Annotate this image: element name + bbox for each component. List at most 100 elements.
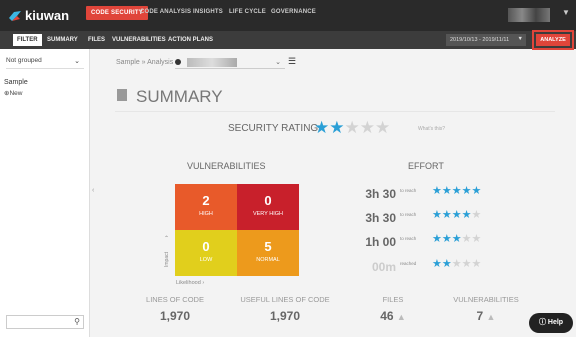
metric-value: 1,970 xyxy=(130,309,220,323)
star-empty-icon: ★ xyxy=(461,258,472,270)
user-menu-chevron-icon[interactable]: ▼ xyxy=(562,8,570,17)
up-arrow-icon: ⌃ xyxy=(164,236,170,242)
nav-governance[interactable]: GOVERNANCE xyxy=(271,9,316,15)
cell-count: 2 xyxy=(202,193,210,208)
cell-label: NORMAL xyxy=(256,257,280,263)
menu-icon[interactable]: ☰ xyxy=(288,56,296,67)
analyze-label: ANALYZE xyxy=(536,34,570,46)
help-label: Help xyxy=(547,319,564,326)
star-filled-icon: ★ xyxy=(314,118,330,137)
star-empty-icon: ★ xyxy=(451,258,462,270)
nav-code-security[interactable]: CODE SECURITY xyxy=(86,6,148,20)
bird-icon xyxy=(9,10,21,21)
metric-files: FILES 46 ▲ xyxy=(358,295,428,323)
star-filled-icon: ★ xyxy=(461,185,472,197)
metric-value: 46 ▲ xyxy=(358,309,428,323)
top-navigation-bar: kiuwan CODE SECURITY CODE ANALYSIS INSIG… xyxy=(0,0,576,31)
page-title: SUMMARY xyxy=(136,87,223,106)
star-filled-icon: ★ xyxy=(451,185,462,197)
effort-time: 3h 30 xyxy=(365,187,396,201)
star-filled-icon: ★ xyxy=(432,258,442,270)
search-icon[interactable]: ⚲ xyxy=(74,317,80,326)
sub-navigation-bar: FILTER SUMMARY FILES VULNERABILITIES ACT… xyxy=(0,31,576,49)
cell-low[interactable]: 0 LOW xyxy=(175,230,237,276)
help-button[interactable]: ⓘ Help xyxy=(529,313,573,333)
chevron-down-icon: ⌄ xyxy=(74,58,80,65)
metric-number: 1,970 xyxy=(269,309,301,323)
nav-insights[interactable]: INSIGHTS xyxy=(193,9,223,15)
effort-time: 3h 30 xyxy=(365,211,396,225)
chevron-down-icon: ⌄ xyxy=(275,59,281,66)
metric-number: 46 xyxy=(380,309,394,323)
star-filled-icon: ★ xyxy=(461,209,472,221)
star-empty-icon: ★ xyxy=(344,118,360,137)
cell-label: HIGH xyxy=(199,211,213,217)
group-select[interactable]: Not grouped ⌄ xyxy=(6,57,84,69)
star-empty-icon: ★ xyxy=(461,233,472,245)
user-avatar[interactable] xyxy=(508,8,550,22)
likelihood-axis-label: Likelihood › xyxy=(176,280,204,286)
cell-normal[interactable]: 5 NORMAL xyxy=(237,230,299,276)
effort-row: 3h 30 to reach ★ ★ ★ ★ ★ xyxy=(362,186,522,203)
kiuwan-logo[interactable]: kiuwan xyxy=(8,8,69,23)
star-filled-icon: ★ xyxy=(329,118,345,137)
likelihood-text: Likelihood xyxy=(176,280,201,286)
analysis-label xyxy=(187,58,237,67)
breadcrumb[interactable]: Sample » Analysis xyxy=(116,59,173,66)
filter-button[interactable]: FILTER xyxy=(13,34,42,46)
effort-note: to reach xyxy=(400,236,417,241)
sidebar: Not grouped ⌄ Sample ⊕New ⚲ xyxy=(0,49,90,337)
date-range-select[interactable]: 2019/10/13 - 2019/11/11 ▼ xyxy=(446,34,526,46)
whats-this-link[interactable]: What's this? xyxy=(418,126,445,132)
security-rating-label: SECURITY RATING xyxy=(228,123,319,134)
sidebar-search-input[interactable]: ⚲ xyxy=(6,315,84,329)
star-filled-icon: ★ xyxy=(432,185,442,197)
star-empty-icon: ★ xyxy=(375,118,391,137)
new-app-button[interactable]: ⊕New xyxy=(4,89,22,97)
effort-title: EFFORT xyxy=(408,161,444,171)
star-empty-icon: ★ xyxy=(471,258,482,270)
analysis-status-icon xyxy=(175,59,181,65)
tab-vulnerabilities[interactable]: VULNERABILITIES xyxy=(112,37,166,43)
tab-action-plans[interactable]: ACTION PLANS xyxy=(168,37,213,43)
metric-useful-lines: USEFUL LINES OF CODE 1,970 xyxy=(230,295,340,323)
sidebar-app-name[interactable]: Sample xyxy=(4,79,28,86)
star-empty-icon: ★ xyxy=(359,118,375,137)
cell-very-high[interactable]: 0 VERY HIGH xyxy=(237,184,299,230)
date-range-text: 2019/10/13 - 2019/11/11 xyxy=(450,37,510,43)
effort-time: 1h 00 xyxy=(365,235,396,249)
cell-label: LOW xyxy=(199,257,213,263)
effort-row: 3h 30 to reach ★ ★ ★ ★ ★ xyxy=(362,209,522,227)
metric-number: 7 xyxy=(476,309,484,323)
star-filled-icon: ★ xyxy=(451,233,462,245)
collapse-sidebar-icon[interactable]: ‹ xyxy=(92,187,94,194)
analysis-select[interactable]: ⌄ xyxy=(175,57,285,69)
cell-count: 0 xyxy=(202,239,210,254)
divider xyxy=(115,111,555,112)
metric-value: 1,970 xyxy=(230,309,340,323)
metric-label: FILES xyxy=(382,295,404,304)
cell-high[interactable]: 2 HIGH xyxy=(175,184,237,230)
star-filled-icon: ★ xyxy=(471,185,482,197)
trend-up-icon: ▲ xyxy=(396,312,406,322)
tab-files[interactable]: FILES xyxy=(88,37,105,43)
star-empty-icon: ★ xyxy=(471,233,482,245)
effort-note: to reach xyxy=(400,212,417,217)
metric-vulnerabilities: VULNERABILITIES 7 ▲ xyxy=(446,295,526,323)
star-filled-icon: ★ xyxy=(441,233,452,245)
vulnerabilities-title: VULNERABILITIES xyxy=(187,161,266,171)
analyze-button[interactable]: ANALYZE xyxy=(532,30,574,50)
trend-up-icon: ▲ xyxy=(486,312,496,322)
star-empty-icon: ★ xyxy=(471,209,482,221)
metric-value: 7 ▲ xyxy=(446,309,526,323)
nav-code-analysis[interactable]: CODE ANALYSIS xyxy=(140,9,191,15)
tab-summary[interactable]: SUMMARY xyxy=(47,37,78,43)
effort-stars: ★ ★ ★ ★ ★ xyxy=(432,186,481,197)
star-filled-icon: ★ xyxy=(432,233,442,245)
chevron-down-icon: ▼ xyxy=(517,36,523,42)
main-content: Sample » Analysis ⌄ ☰ SUMMARY SECURITY R… xyxy=(100,49,576,337)
nav-life-cycle[interactable]: LIFE CYCLE xyxy=(229,9,266,15)
effort-row: 1h 00 to reach ★ ★ ★ ★ ★ xyxy=(362,233,522,251)
metric-lines-of-code: LINES OF CODE 1,970 xyxy=(130,295,220,323)
star-filled-icon: ★ xyxy=(441,258,452,270)
